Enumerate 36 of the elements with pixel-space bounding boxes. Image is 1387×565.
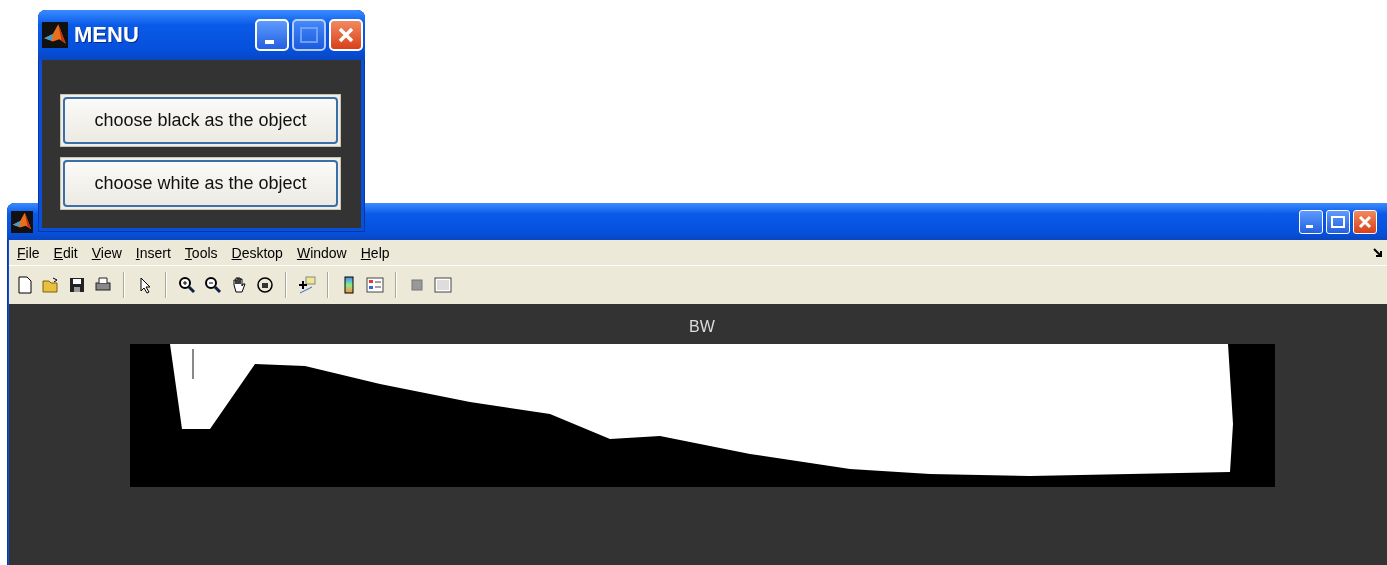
window-title: MENU [74,22,140,48]
menu-item[interactable]: Edit [53,244,78,261]
maximize-button[interactable] [292,19,326,51]
minimize-button[interactable] [255,19,289,51]
menu-item[interactable]: View [91,244,122,261]
save-icon[interactable] [67,275,87,295]
new-file-icon[interactable] [15,275,35,295]
choice-button[interactable]: choose black as the object [60,94,341,147]
close-button[interactable] [329,19,363,51]
app-logo-icon [11,210,33,233]
menu-item[interactable]: Tools [184,244,218,261]
zoom-in-icon[interactable] [177,275,197,295]
open-folder-icon[interactable] [41,275,61,295]
menu-item[interactable]: File [17,244,40,261]
close-icon [337,26,355,44]
axes-title: BW [689,318,715,337]
menu-item[interactable]: Desktop [231,244,283,261]
minimize-button[interactable] [1299,209,1323,234]
rotate-icon[interactable] [255,275,275,295]
menu-item[interactable]: Help [360,244,390,261]
maximize-button[interactable] [1326,209,1350,234]
minimize-icon [1305,225,1313,228]
menu-item[interactable]: Window [296,244,347,261]
maximize-icon [1331,215,1345,228]
minimize-icon [264,40,274,44]
app-logo-icon [42,22,68,48]
choice-button[interactable]: choose white as the object [60,157,341,210]
plot-tools-icon[interactable] [433,275,453,295]
zoom-out-icon[interactable] [203,275,223,295]
menu-item[interactable]: Insert [135,244,171,261]
close-button[interactable] [1353,209,1377,234]
maximize-icon [300,27,318,43]
dock-arrow-icon[interactable] [1373,248,1383,258]
data-cursor-icon[interactable] [297,275,317,295]
close-icon [1358,214,1372,229]
legend-icon[interactable] [365,275,385,295]
